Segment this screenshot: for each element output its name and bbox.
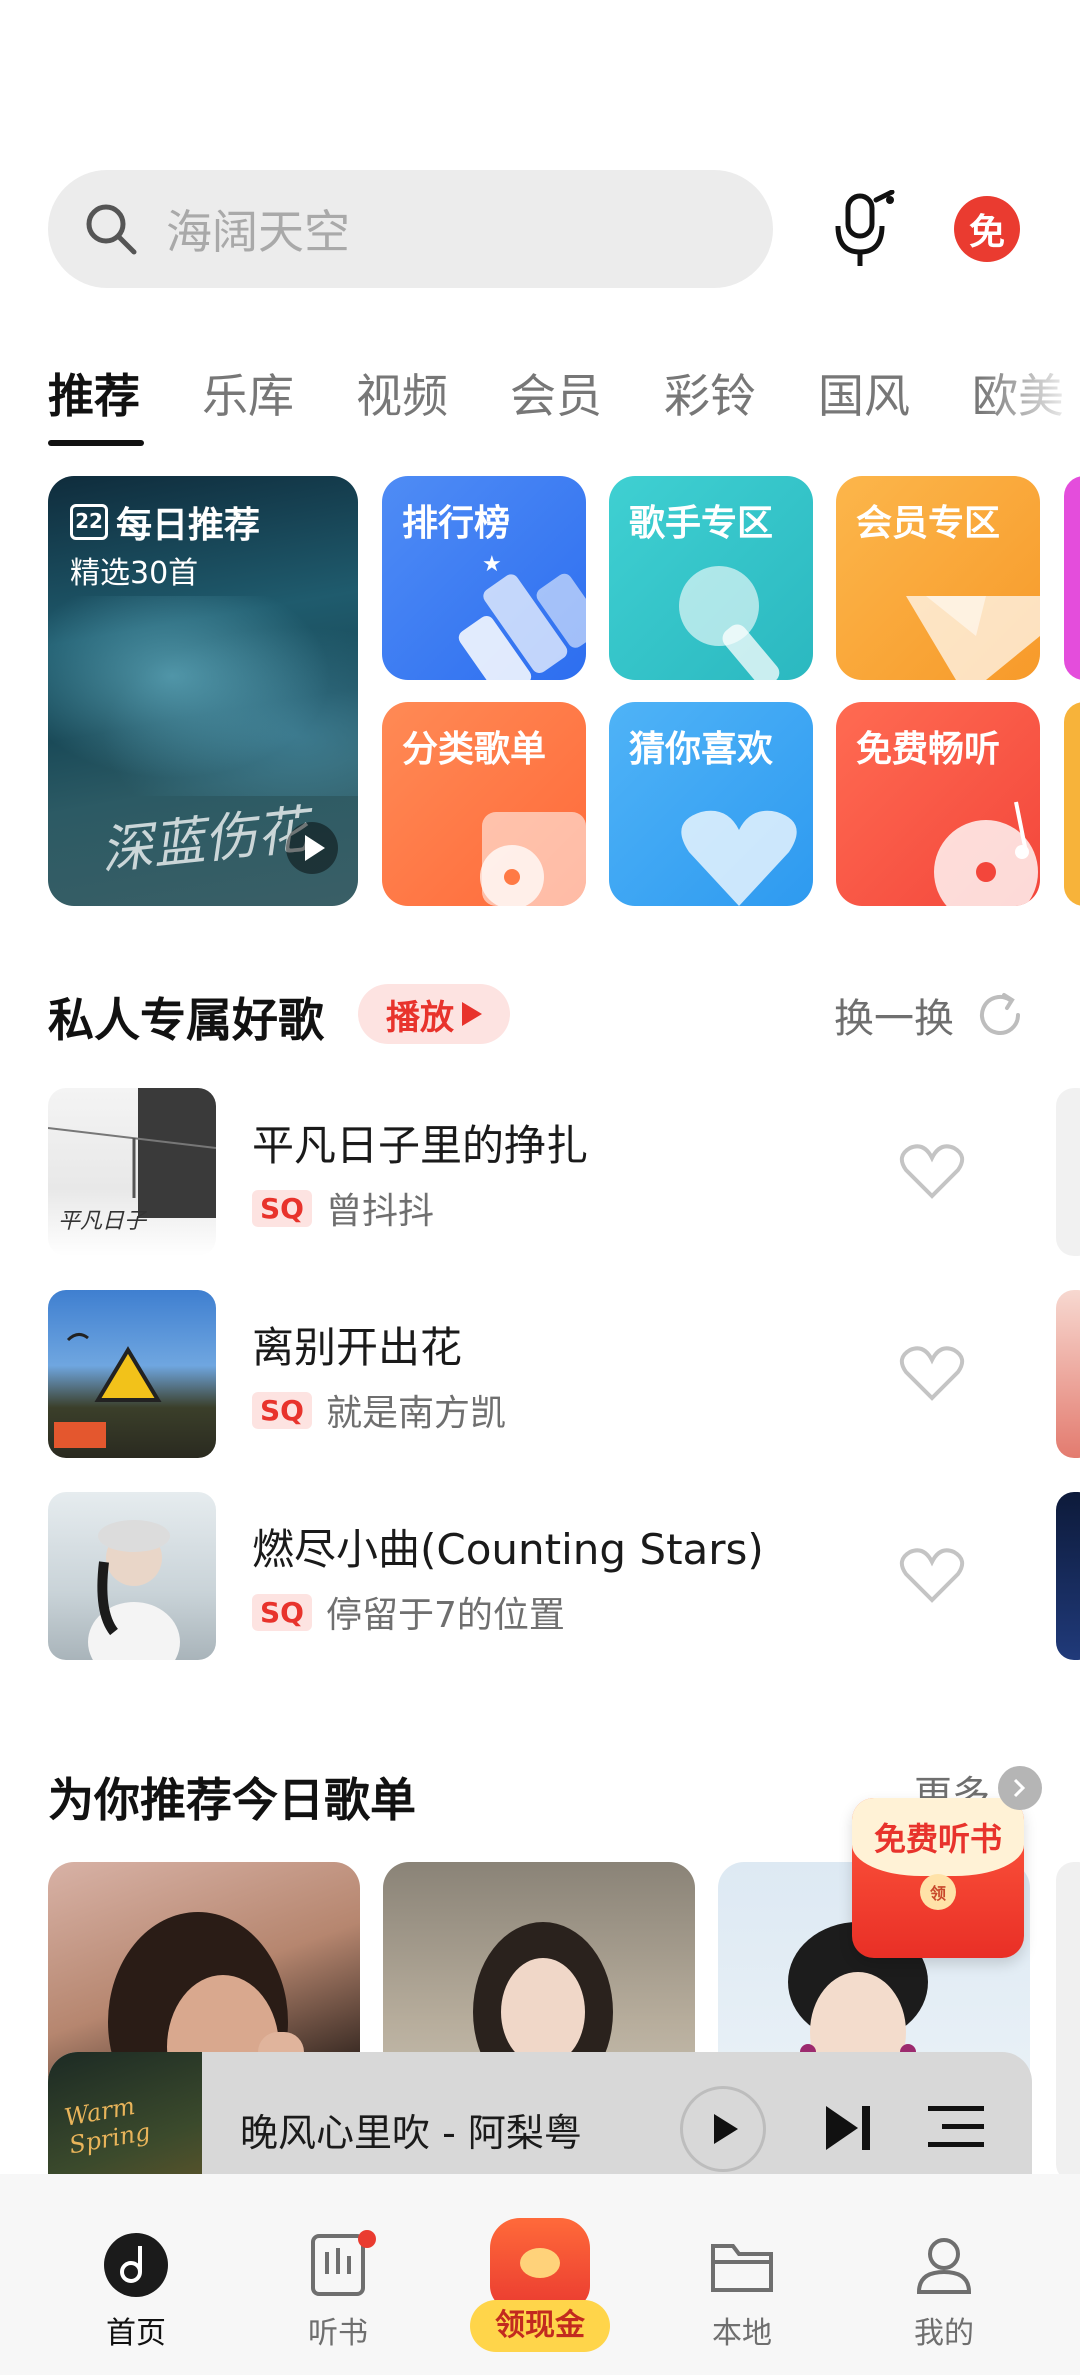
song-peek	[1056, 1492, 1080, 1660]
like-heart-icon[interactable]	[898, 1342, 966, 1404]
song-peek	[1056, 1088, 1080, 1256]
voice-search-mic-icon[interactable]	[830, 190, 898, 270]
daily-cover-signature: 深蓝伤花	[98, 800, 312, 882]
diamond-icon	[906, 596, 1040, 680]
tile-member-zone[interactable]: 会员专区	[836, 476, 1040, 680]
svg-text:平凡日子: 平凡日子	[58, 1209, 148, 1234]
play-icon	[305, 835, 325, 861]
nav-cash-label: 领现金	[470, 2300, 610, 2352]
song-cover: 平凡日子	[48, 1088, 216, 1256]
daily-play-button[interactable]	[286, 822, 338, 874]
daily-recommend-card[interactable]: 22 每日推荐 精选30首 深蓝伤花	[48, 476, 358, 906]
play-all-button[interactable]: 播放	[358, 984, 510, 1044]
nav-profile-label: 我的	[914, 2316, 974, 2351]
nav-profile[interactable]: 我的	[874, 2230, 1014, 2352]
tab-guofeng[interactable]: 国风	[818, 360, 910, 450]
quality-tag: SQ	[252, 1189, 312, 1227]
close-icon	[1013, 1778, 1026, 1798]
tile-peek	[1064, 702, 1080, 906]
refresh-button[interactable]: 换一换	[834, 986, 1026, 1044]
tab-ringtone[interactable]: 彩铃	[664, 360, 756, 450]
record-note-icon	[934, 801, 1038, 906]
playlist-peek	[1056, 1862, 1080, 2182]
song-row[interactable]: 燃尽小曲(Counting Stars) SQ 停留于7的位置	[48, 1492, 1048, 1660]
nav-local[interactable]: 本地	[672, 2230, 812, 2352]
like-heart-icon[interactable]	[898, 1140, 966, 1202]
heart-icon	[681, 810, 797, 906]
close-packet-button[interactable]	[998, 1766, 1042, 1810]
play-pause-button[interactable]	[680, 2086, 766, 2172]
nav-audiobook[interactable]: 听书	[268, 2230, 408, 2352]
tile-free-listening[interactable]: 免费畅听	[836, 702, 1040, 906]
song-cover	[48, 1290, 216, 1458]
song-title: 燃尽小曲(Counting Stars)	[252, 1525, 764, 1574]
tile-charts[interactable]: 排行榜 ★	[382, 476, 586, 680]
tab-library[interactable]: 乐库	[202, 360, 294, 450]
search-icon	[86, 204, 137, 255]
music-note-icon	[104, 2233, 168, 2297]
calendar-icon: 22	[70, 504, 108, 540]
search-bar[interactable]: 海阔天空	[48, 170, 773, 288]
nav-audiobook-label: 听书	[308, 2316, 368, 2351]
free-audiobook-packet[interactable]: 免费听书 领	[852, 1798, 1024, 1958]
tabs-fade	[980, 356, 1080, 446]
active-tab-indicator	[48, 440, 144, 446]
song-title: 平凡日子里的挣扎	[252, 1121, 589, 1170]
notification-dot	[358, 2230, 376, 2248]
quality-tag: SQ	[252, 1391, 312, 1429]
playlist-queue-icon[interactable]	[928, 2102, 984, 2152]
next-track-icon[interactable]	[820, 2100, 876, 2156]
nav-local-label: 本地	[712, 2316, 772, 2351]
quality-tag: SQ	[252, 1593, 312, 1631]
vinyl-record-icon	[480, 812, 586, 906]
play-icon	[462, 1002, 482, 1026]
playlists-title: 为你推荐今日歌单	[48, 1773, 416, 1827]
microphone-icon	[679, 566, 780, 680]
private-songs-title: 私人专属好歌	[48, 993, 324, 1047]
refresh-label: 换一换	[834, 996, 954, 1042]
red-packet-icon	[490, 2218, 590, 2310]
play-icon	[714, 2114, 738, 2144]
song-artist: 就是南方凯	[325, 1393, 506, 1434]
chart-bars-icon: ★	[458, 552, 586, 680]
folder-icon	[711, 2244, 773, 2292]
tile-guess-you-like[interactable]: 猜你喜欢	[609, 702, 813, 906]
song-row[interactable]: 离别开出花 SQ 就是南方凯	[48, 1290, 1048, 1458]
like-heart-icon[interactable]	[898, 1544, 966, 1606]
daily-subtitle: 精选30首	[70, 556, 199, 591]
nav-cash[interactable]: 领现金	[470, 2218, 610, 2358]
packet-label: 免费听书	[852, 1798, 1024, 1876]
play-all-label: 播放	[386, 997, 454, 1038]
tile-singers[interactable]: 歌手专区	[609, 476, 813, 680]
cover-text: Warm Spring	[62, 2091, 153, 2160]
song-peek	[1056, 1290, 1080, 1458]
tab-recommend[interactable]: 推荐	[48, 360, 140, 450]
category-tabs: 推荐 乐库 视频 会员 彩铃 国风 欧美	[48, 360, 1080, 450]
user-icon	[916, 2238, 972, 2294]
tab-member[interactable]: 会员	[510, 360, 602, 450]
svg-text:★: ★	[482, 552, 502, 577]
daily-title: 每日推荐	[116, 505, 261, 546]
tab-video[interactable]: 视频	[356, 360, 448, 450]
nav-home-label: 首页	[106, 2316, 166, 2351]
song-row[interactable]: 平凡日子 平凡日子里的挣扎 SQ 曾抖抖	[48, 1088, 1048, 1256]
packet-coin-icon: 领	[920, 1874, 956, 1910]
song-artist: 曾抖抖	[325, 1191, 434, 1232]
daily-cover-art	[48, 596, 358, 796]
song-cover	[48, 1492, 216, 1660]
search-placeholder: 海阔天空	[166, 205, 350, 259]
tile-peek	[1064, 476, 1080, 680]
tile-category-playlists[interactable]: 分类歌单	[382, 702, 586, 906]
refresh-icon	[980, 993, 1020, 1035]
now-playing-title: 晚风心里吹 - 阿梨粤	[240, 2111, 582, 2155]
nav-home[interactable]: 首页	[66, 2230, 206, 2352]
free-mode-badge[interactable]: 免	[954, 196, 1020, 262]
song-title: 离别开出花	[252, 1323, 463, 1372]
song-artist: 停留于7的位置	[325, 1595, 565, 1636]
